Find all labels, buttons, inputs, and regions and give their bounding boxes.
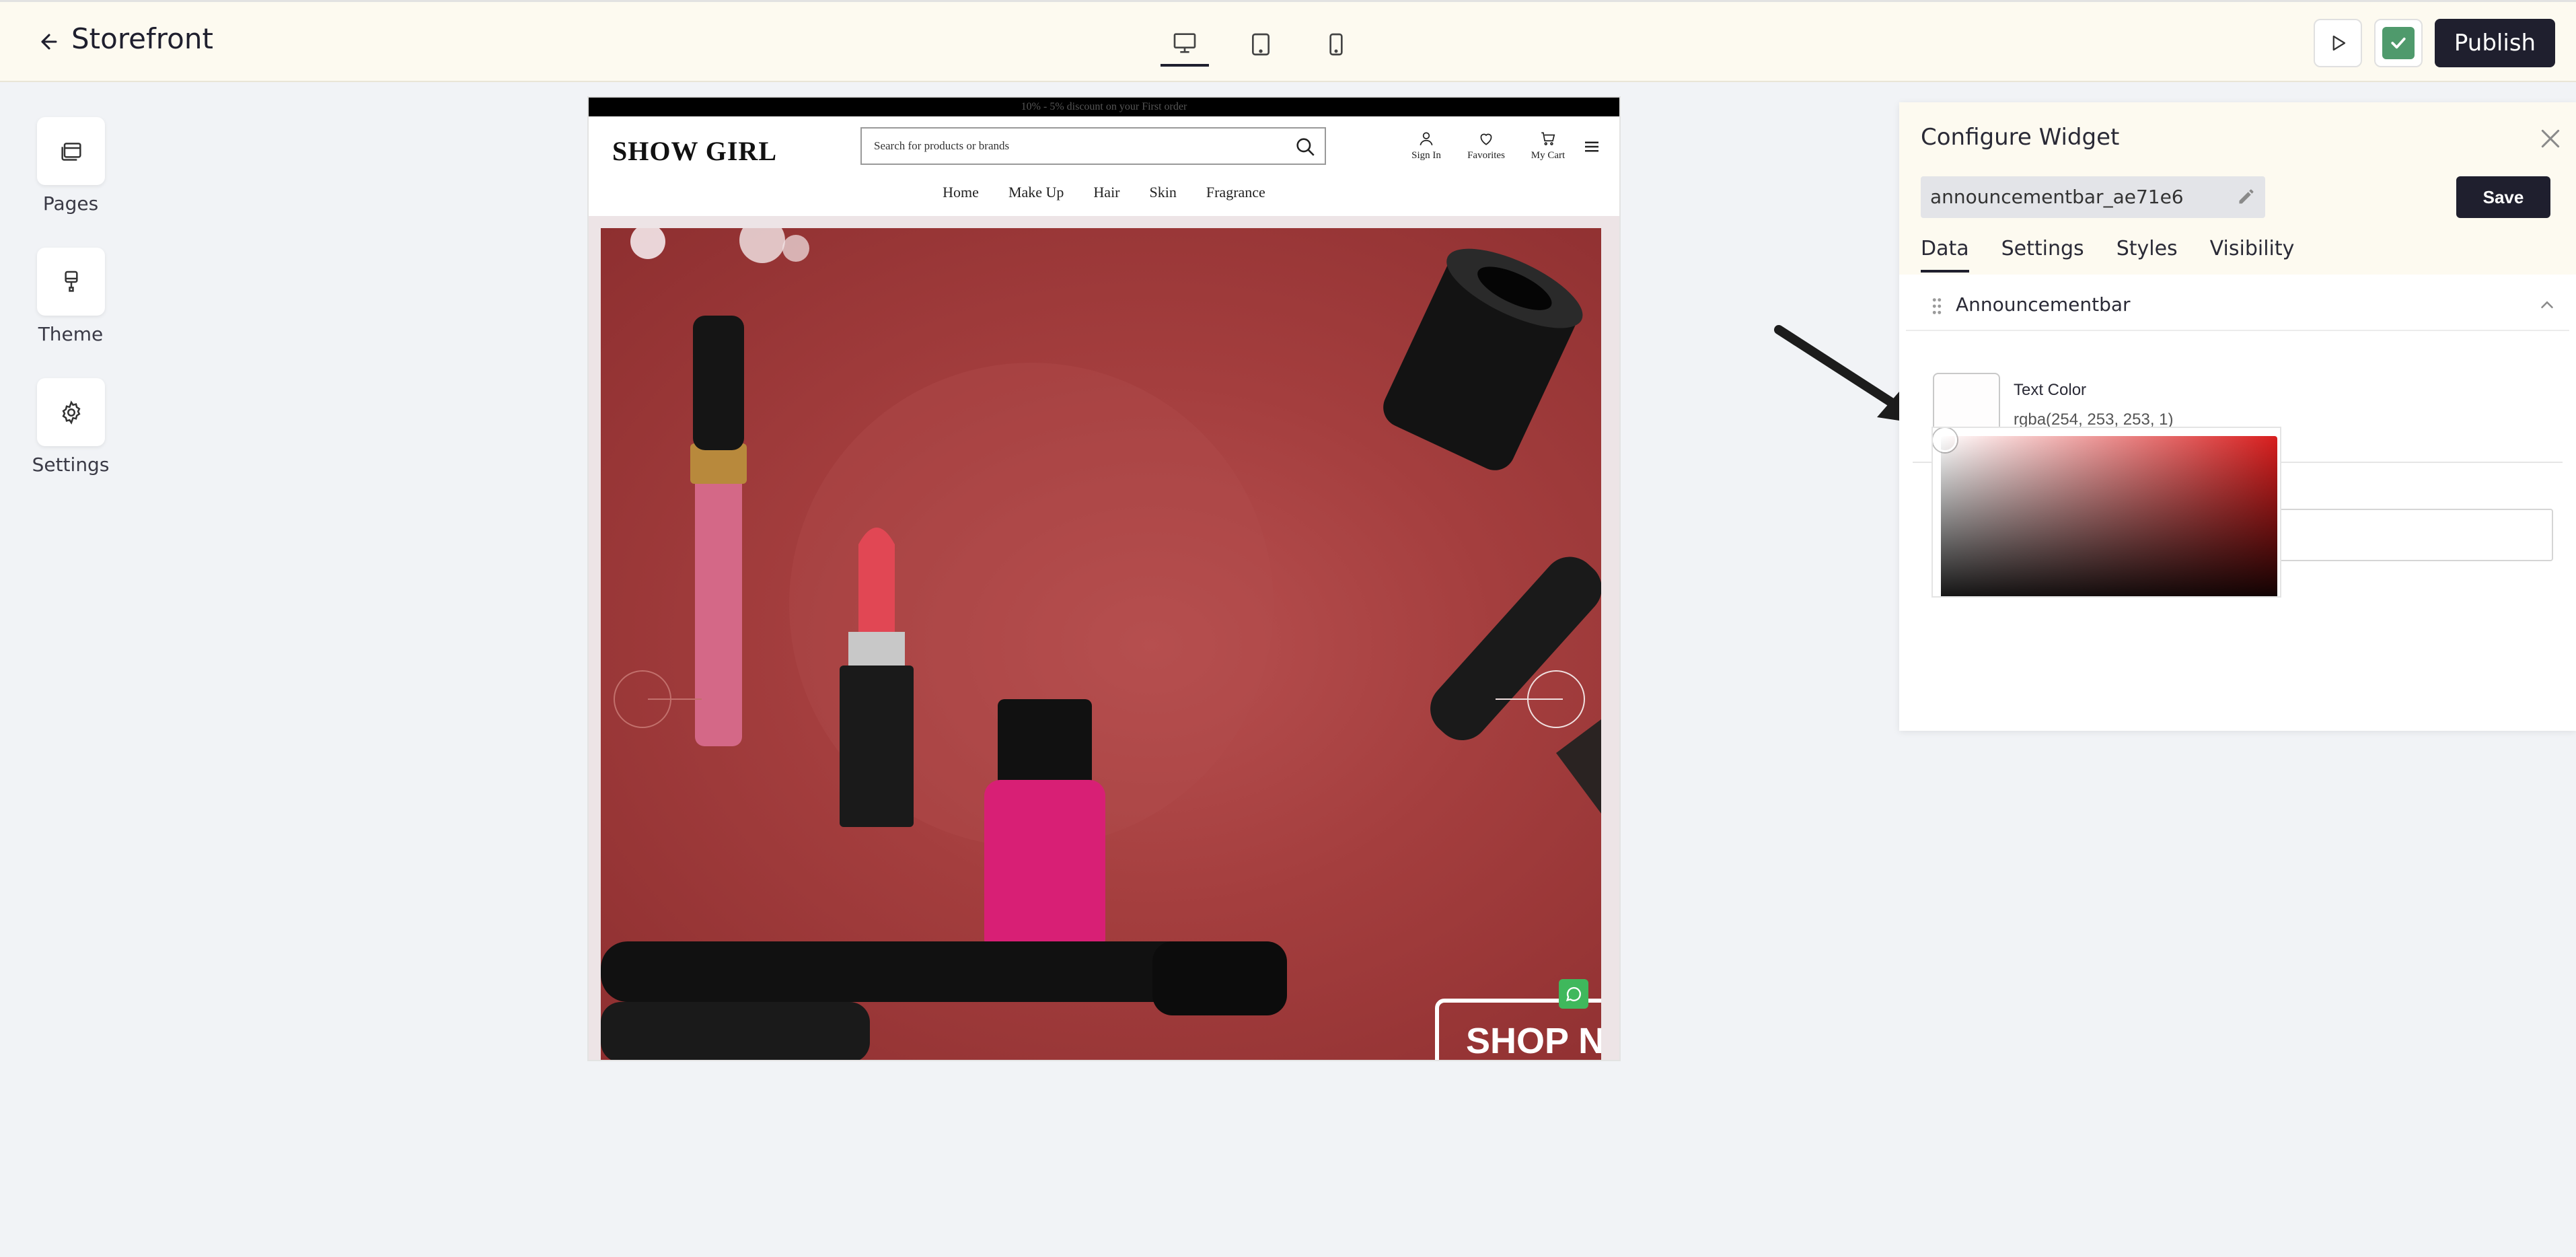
panel-header: Configure Widget announcementbar_ae71e6 … — [1899, 102, 2576, 275]
rail-pages-label: Pages — [42, 192, 99, 215]
tablet-icon — [1252, 33, 1269, 56]
whatsapp-icon[interactable] — [1559, 979, 1588, 1009]
user-icon — [1420, 132, 1433, 145]
close-icon[interactable] — [2537, 125, 2564, 152]
heart-icon — [1480, 133, 1492, 145]
text-color-label: Text Color — [2014, 381, 2087, 399]
brush-icon — [64, 271, 78, 292]
app-title: Storefront — [71, 22, 213, 55]
search-icon[interactable] — [1294, 135, 1317, 158]
nav-make-up[interactable]: Make Up — [1008, 184, 1064, 201]
favorites-label: Favorites — [1467, 150, 1505, 161]
rail-settings-label: Settings — [32, 454, 110, 476]
cart-link[interactable]: My Cart — [1521, 130, 1575, 161]
nav-home[interactable]: Home — [943, 184, 979, 201]
save-button[interactable]: Save — [2456, 176, 2550, 218]
hero-banner[interactable]: SHOP N — [601, 228, 1601, 1060]
cart-icon — [1541, 132, 1555, 145]
nav-hair[interactable]: Hair — [1093, 184, 1119, 201]
check-icon — [2382, 27, 2415, 59]
save-check-button[interactable] — [2374, 19, 2423, 67]
panel-title: Configure Widget — [1921, 124, 2120, 151]
rail-settings-button[interactable] — [37, 378, 105, 446]
tab-visibility[interactable]: Visibility — [2210, 237, 2295, 273]
rail-theme-label: Theme — [38, 323, 104, 345]
back-button[interactable] — [32, 25, 66, 59]
hero-products-illustration — [601, 228, 1601, 1060]
publish-button[interactable]: Publish — [2435, 19, 2555, 67]
nav-skin[interactable]: Skin — [1150, 184, 1177, 201]
tab-settings[interactable]: Settings — [2001, 237, 2084, 273]
arrow-left-icon — [41, 34, 57, 50]
desktop-icon — [1173, 33, 1196, 53]
sign-in-label: Sign In — [1411, 150, 1441, 161]
announcement-bar[interactable]: 10% - 5% discount on your First order — [589, 98, 1619, 116]
site-nav: Home Make Up Hair Skin Fragrance — [589, 184, 1619, 201]
device-mobile-button[interactable] — [1312, 22, 1360, 67]
pencil-icon[interactable] — [2237, 187, 2256, 206]
tab-styles[interactable]: Styles — [2117, 237, 2178, 273]
panel-tabs: Data Settings Styles Visibility — [1921, 237, 2294, 273]
section-label: Announcementbar — [1956, 293, 2131, 316]
next-field-input[interactable] — [2262, 509, 2553, 561]
pages-icon — [61, 142, 81, 161]
gear-icon — [61, 400, 81, 425]
color-picker-popover[interactable] — [1931, 427, 2281, 598]
site-search-placeholder: Search for products or brands — [874, 139, 1010, 152]
site-logo[interactable]: SHOW GIRL — [612, 135, 777, 167]
site-search-input[interactable]: Search for products or brands — [860, 127, 1326, 165]
device-tablet-button[interactable] — [1237, 22, 1285, 67]
widget-id-value: announcementbar_ae71e6 — [1930, 186, 2184, 208]
storefront-preview[interactable]: 10% - 5% discount on your First order SH… — [587, 96, 1621, 1061]
configure-widget-panel: Configure Widget announcementbar_ae71e6 … — [1899, 102, 2576, 731]
hamburger-menu-icon[interactable] — [1582, 137, 1602, 157]
widget-id-field[interactable]: announcementbar_ae71e6 — [1921, 176, 2265, 218]
preview-play-button[interactable] — [2314, 19, 2362, 67]
top-bar: Storefront Publish — [0, 0, 2576, 82]
chevron-up-icon[interactable] — [2537, 295, 2557, 315]
rail-theme-button[interactable] — [37, 248, 105, 316]
drag-handle-icon[interactable] — [1930, 296, 1944, 316]
rail-pages-button[interactable] — [37, 117, 105, 185]
announcementbar-section-header[interactable]: Announcementbar — [1906, 279, 2569, 331]
nav-fragrance[interactable]: Fragrance — [1206, 184, 1265, 201]
site-header: SHOW GIRL Search for products or brands … — [589, 116, 1619, 216]
cart-label: My Cart — [1531, 150, 1566, 161]
favorites-link[interactable]: Favorites — [1459, 130, 1513, 161]
play-icon — [2332, 35, 2346, 51]
saturation-area[interactable] — [1941, 436, 2277, 596]
color-picker-handle[interactable] — [1933, 428, 1957, 452]
tab-data[interactable]: Data — [1921, 237, 1969, 273]
mobile-icon — [1329, 33, 1343, 56]
sign-in-link[interactable]: Sign In — [1399, 130, 1453, 161]
device-desktop-button[interactable] — [1161, 22, 1209, 67]
